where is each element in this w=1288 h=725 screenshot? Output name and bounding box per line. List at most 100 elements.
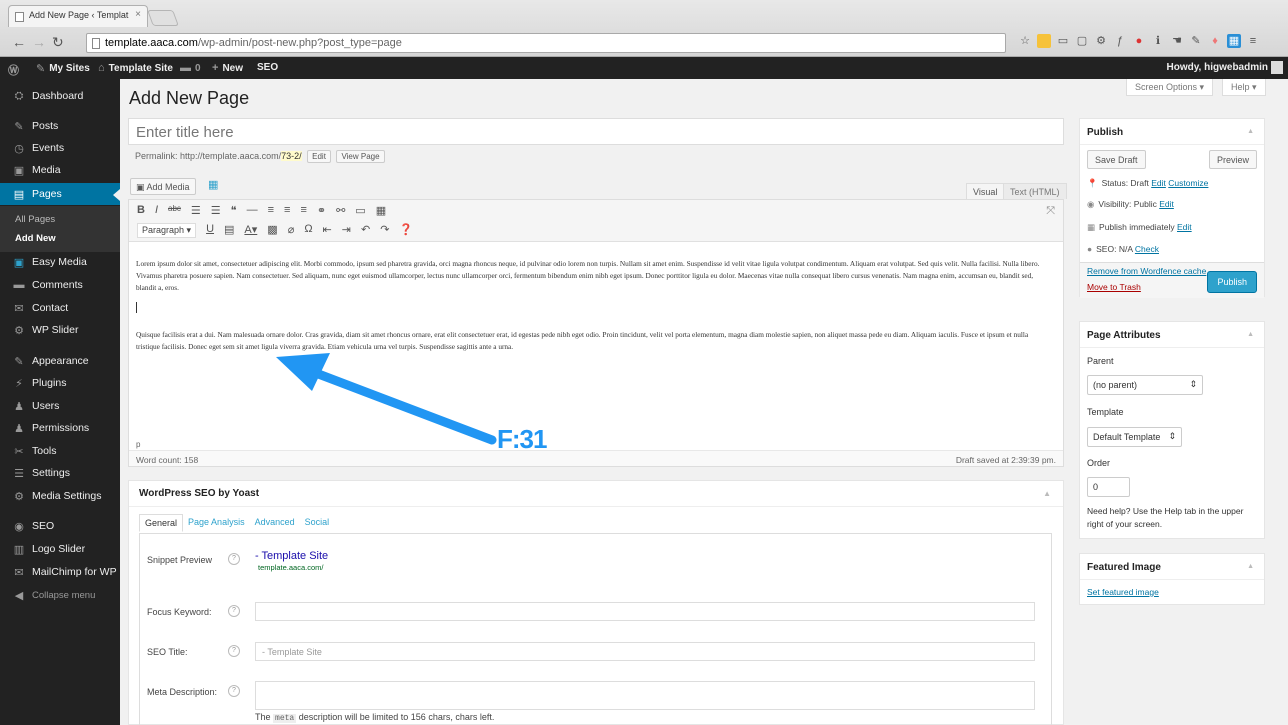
sidebar-item-seo[interactable]: ◉ SEO	[0, 515, 120, 537]
kitchen-sink-icon[interactable]: ▦	[376, 204, 386, 217]
submenu-add-new[interactable]: Add New	[15, 233, 56, 244]
add-form-icon[interactable]: ▦	[208, 178, 218, 191]
wordpress-logo-icon[interactable]: Ⓦ	[8, 62, 19, 78]
tab-visual[interactable]: Visual	[966, 183, 1005, 199]
align-left-icon[interactable]: ≡	[268, 204, 274, 217]
new-content-link[interactable]: + New	[212, 62, 243, 74]
toggle-arrow-icon[interactable]: ▲	[1043, 489, 1051, 498]
address-bar[interactable]: template.aaca.com/wp-admin/post-new.php?…	[86, 33, 1006, 53]
collapse-menu-button[interactable]: ◀ Collapse menu	[0, 584, 120, 606]
clear-formatting-icon[interactable]: ⌀	[288, 223, 295, 238]
help-icon[interactable]: ❓	[399, 223, 413, 238]
numbered-list-icon[interactable]: ☰	[211, 204, 221, 217]
extension-info-icon[interactable]: ℹ	[1151, 34, 1165, 48]
paste-text-icon[interactable]: ▩	[267, 223, 277, 238]
sidebar-item-tools[interactable]: ✂ Tools	[0, 440, 120, 462]
bullet-list-icon[interactable]: ☰	[191, 204, 201, 217]
sidebar-item-logo-slider[interactable]: ▥ Logo Slider	[0, 538, 120, 560]
add-media-button[interactable]: ▣ Add Media	[130, 178, 196, 195]
preview-button[interactable]: Preview	[1208, 150, 1257, 169]
extension-red-icon[interactable]: ●	[1132, 34, 1146, 48]
format-select[interactable]: Paragraph ▾	[137, 223, 197, 238]
read-more-icon[interactable]: ▭	[355, 204, 365, 217]
redo-icon[interactable]: ↷	[380, 223, 389, 238]
tab-close-icon[interactable]: ×	[135, 9, 141, 20]
sidebar-item-mailchimp[interactable]: ✉ MailChimp for WP	[0, 561, 120, 583]
my-sites-link[interactable]: ✎ My Sites	[36, 62, 90, 75]
extension-gear-icon[interactable]: ⚙	[1094, 34, 1108, 48]
publish-button[interactable]: Publish	[1207, 271, 1257, 293]
status-edit-link[interactable]: Edit	[1151, 178, 1166, 188]
fullscreen-icon[interactable]: ⤧	[1046, 205, 1055, 218]
menu-icon[interactable]: ≡	[1246, 34, 1260, 48]
new-tab-button[interactable]	[147, 10, 179, 26]
sidebar-item-pages[interactable]: ▤ Pages	[0, 183, 120, 205]
sidebar-item-users[interactable]: ♟ Users	[0, 395, 120, 417]
reload-icon[interactable]: ↻	[52, 34, 64, 51]
undo-icon[interactable]: ↶	[361, 223, 370, 238]
visibility-edit-link[interactable]: Edit	[1159, 199, 1174, 209]
parent-select[interactable]: (no parent) ⇕	[1087, 375, 1203, 395]
toggle-arrow-icon[interactable]: ▲	[1247, 563, 1254, 570]
sidebar-item-contact[interactable]: ✉ Contact	[0, 297, 120, 319]
view-page-button[interactable]: View Page	[336, 150, 385, 163]
permalink-slug[interactable]: 73-2/	[281, 151, 302, 161]
align-center-icon[interactable]: ≡	[284, 204, 290, 217]
help-circle-icon[interactable]: ?	[228, 553, 240, 565]
save-draft-button[interactable]: Save Draft	[1087, 150, 1146, 169]
bookmark-star-icon[interactable]: ☆	[1018, 34, 1032, 48]
extension-square-icon[interactable]: ▢	[1075, 34, 1089, 48]
sidebar-item-plugins[interactable]: ⚡ Plugins	[0, 372, 120, 394]
indent-icon[interactable]: ⇥	[342, 223, 351, 238]
align-right-icon[interactable]: ≡	[300, 204, 306, 217]
tab-advanced[interactable]: Advanced	[250, 514, 300, 532]
extension-hand-icon[interactable]: ☚	[1170, 34, 1184, 48]
sidebar-item-wp-slider[interactable]: ⚙ WP Slider	[0, 319, 120, 341]
edit-permalink-button[interactable]: Edit	[307, 150, 331, 163]
extension-pin-icon[interactable]: ✎	[1189, 34, 1203, 48]
strikethrough-icon[interactable]: abc	[168, 204, 181, 217]
help-circle-icon[interactable]: ?	[228, 685, 240, 697]
title-input[interactable]: Enter title here	[128, 118, 1064, 145]
seo-title-input[interactable]: - Template Site	[255, 642, 1035, 661]
extension-rocket-icon[interactable]: ♦	[1208, 34, 1222, 48]
underline-icon[interactable]: U	[206, 223, 214, 238]
avatar[interactable]	[1271, 61, 1283, 74]
sidebar-item-posts[interactable]: ✎ Posts	[0, 115, 120, 137]
justify-icon[interactable]: ▤	[224, 223, 234, 238]
sidebar-item-media-settings[interactable]: ⚙ Media Settings	[0, 485, 120, 507]
move-to-trash-link[interactable]: Move to Trash	[1087, 282, 1141, 292]
extension-blue-icon[interactable]: ▦	[1227, 34, 1241, 48]
status-customize-link[interactable]: Customize	[1168, 178, 1208, 188]
horizontal-rule-icon[interactable]: —	[247, 204, 258, 217]
help-circle-icon[interactable]: ?	[228, 605, 240, 617]
order-input[interactable]: 0	[1087, 477, 1130, 497]
text-color-icon[interactable]: A▾	[244, 223, 257, 238]
sidebar-item-settings[interactable]: ☰ Settings	[0, 462, 120, 484]
submenu-all-pages[interactable]: All Pages	[15, 214, 55, 225]
publish-time-edit-link[interactable]: Edit	[1177, 222, 1192, 232]
help-button[interactable]: Help ▾	[1222, 79, 1266, 96]
template-select[interactable]: Default Template ⇕	[1087, 427, 1182, 447]
tab-text-html[interactable]: Text (HTML)	[1003, 183, 1067, 199]
extension-screen-icon[interactable]: ▭	[1056, 34, 1070, 48]
tab-social[interactable]: Social	[300, 514, 335, 532]
extension-font-icon[interactable]: ƒ	[1113, 34, 1127, 48]
link-icon[interactable]: ⚭	[317, 204, 326, 217]
site-name-link[interactable]: ⌂ Template Site	[98, 62, 173, 74]
sidebar-item-media[interactable]: ▣ Media	[0, 159, 120, 181]
howdy-account[interactable]: Howdy, higwebadmin	[1167, 62, 1268, 73]
outdent-icon[interactable]: ⇤	[323, 223, 332, 238]
seo-check-link[interactable]: Check	[1135, 244, 1159, 254]
blockquote-icon[interactable]: ❝	[231, 204, 237, 217]
forward-icon[interactable]: →	[32, 34, 46, 50]
seo-adminbar-link[interactable]: SEO	[257, 62, 278, 73]
italic-icon[interactable]: I	[155, 204, 158, 217]
wordfence-link[interactable]: Remove from Wordfence cache	[1087, 266, 1206, 276]
focus-keyword-input[interactable]	[255, 602, 1035, 621]
bold-icon[interactable]: B	[137, 204, 145, 217]
toggle-arrow-icon[interactable]: ▲	[1247, 128, 1254, 135]
browser-tab[interactable]: Add New Page ‹ Templat ×	[8, 5, 148, 27]
screen-options-button[interactable]: Screen Options ▾	[1126, 79, 1214, 96]
comments-link[interactable]: ▬ 0	[180, 62, 201, 74]
